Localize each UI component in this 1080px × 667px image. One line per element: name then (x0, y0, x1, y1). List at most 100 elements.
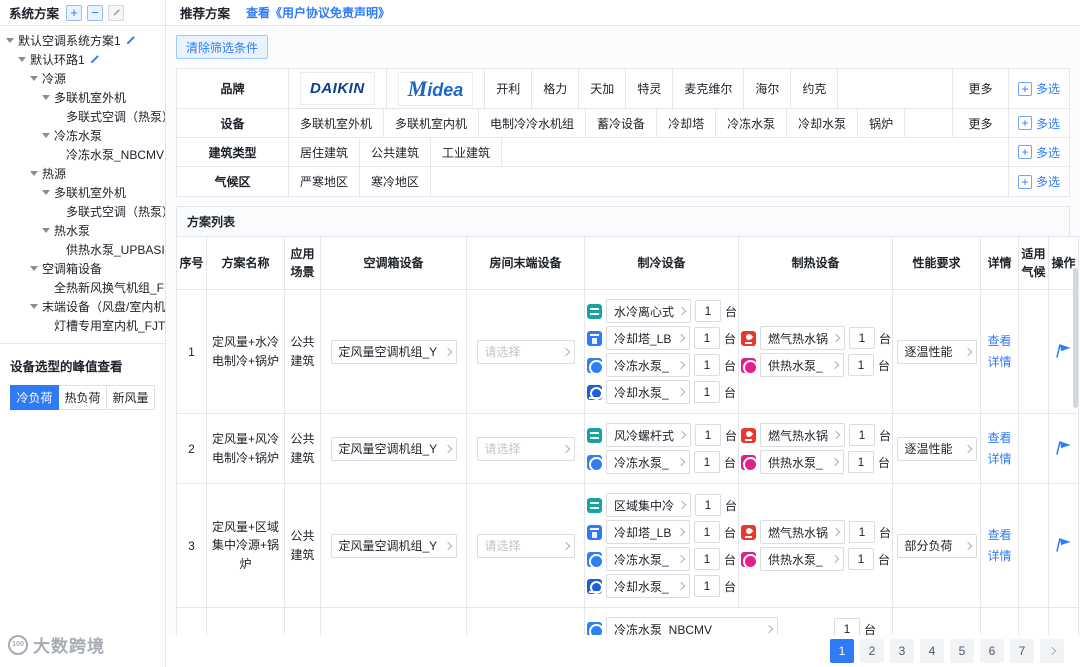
quantity-input[interactable]: 1 (693, 451, 720, 473)
quantity-input[interactable]: 1 (693, 354, 720, 376)
multi-select-button[interactable]: + 多选 (1009, 69, 1069, 108)
quantity-input[interactable]: 1 (693, 548, 720, 570)
caret-down-icon[interactable] (42, 190, 50, 195)
quantity-input[interactable]: 1 (693, 521, 720, 543)
quantity-input[interactable]: 1 (693, 327, 720, 349)
edit-node-button[interactable] (108, 4, 125, 21)
tree-item[interactable]: 多联式空调（热泵）机 (0, 107, 165, 126)
caret-down-icon[interactable] (30, 266, 38, 271)
filter-more-button[interactable]: 更多 (953, 109, 1009, 137)
page-button[interactable]: 2 (860, 639, 884, 663)
quantity-input[interactable]: 1 (693, 381, 720, 403)
peak-tab[interactable]: 冷负荷 (10, 385, 59, 410)
tree-item[interactable]: 末端设备（风盘/室内机） (0, 297, 165, 316)
terminal-select[interactable]: 请选择 (476, 436, 575, 461)
equipment-select[interactable]: 燃气热水锅 (760, 423, 846, 447)
filter-option[interactable]: 多联机室外机 (289, 109, 385, 137)
equipment-select[interactable]: 燃气热水锅 (760, 326, 846, 350)
tree-item[interactable]: 空调箱设备 (0, 259, 165, 278)
filter-option[interactable]: 严寒地区 (289, 167, 361, 196)
equipment-select[interactable]: 供热水泵_ (760, 353, 844, 377)
tree-item[interactable]: 灯槽专用室内机_FJTP71C (0, 316, 165, 335)
page-button[interactable]: 6 (980, 639, 1004, 663)
filter-option[interactable]: 工业建筑 (431, 138, 503, 166)
add-node-button[interactable]: + (66, 4, 83, 21)
ahu-select[interactable]: 定风量空调机组_Y (330, 339, 457, 364)
detail-link[interactable]: 查看详情 (983, 525, 1016, 566)
equipment-select[interactable]: 风冷螺杆式 (606, 423, 692, 447)
equipment-select[interactable]: 冷冻水泵_ (606, 450, 690, 474)
brand-logo-daikin[interactable]: DAIKIN (289, 69, 387, 108)
peak-tab[interactable]: 新风量 (107, 385, 155, 410)
remove-node-button[interactable]: − (87, 4, 104, 21)
tree-item[interactable]: 全热新风换气机组_FHBQ (0, 278, 165, 297)
quantity-input[interactable]: 1 (695, 494, 722, 516)
tree-item[interactable]: 默认空调系统方案1 (0, 31, 165, 50)
detail-link[interactable]: 查看详情 (983, 428, 1016, 469)
quantity-input[interactable]: 1 (847, 451, 874, 473)
tree-item[interactable]: 多联式空调（热泵）机 (0, 202, 165, 221)
flag-icon[interactable] (1054, 536, 1073, 553)
filter-option[interactable]: 约克 (791, 69, 839, 108)
equipment-select[interactable]: 冷却塔_LB (606, 326, 690, 350)
quantity-input[interactable]: 1 (695, 300, 722, 322)
equipment-select[interactable]: 水冷离心式 (606, 299, 692, 323)
filter-option[interactable]: 蓄冷设备 (586, 109, 658, 137)
equipment-select[interactable]: 供热水泵_ (760, 450, 844, 474)
caret-down-icon[interactable] (42, 95, 50, 100)
tree-item[interactable]: 默认环路1 (0, 50, 165, 69)
page-button[interactable]: 7 (1010, 639, 1034, 663)
tree-item[interactable]: 冷冻水泵_NBCMV (0, 145, 165, 164)
filter-option[interactable]: 格力 (532, 69, 580, 108)
multi-select-button[interactable]: + 多选 (1009, 167, 1069, 196)
detail-link[interactable]: 查看详情 (983, 331, 1016, 372)
tree-item[interactable]: 热水泵 (0, 221, 165, 240)
edit-icon[interactable] (125, 35, 136, 46)
page-button[interactable]: 3 (890, 639, 914, 663)
page-button[interactable]: 4 (920, 639, 944, 663)
next-page-button[interactable] (1040, 639, 1064, 663)
filter-option[interactable]: 海尔 (744, 69, 792, 108)
tree-item[interactable]: 热源 (0, 164, 165, 183)
quantity-input[interactable]: 1 (847, 354, 874, 376)
page-button[interactable]: 1 (830, 639, 854, 663)
filter-option[interactable]: 天加 (579, 69, 627, 108)
quantity-input[interactable]: 1 (849, 521, 876, 543)
equipment-select[interactable]: 燃气热水锅 (760, 520, 846, 544)
equipment-select[interactable]: 冷却水泵_ (606, 380, 690, 404)
quantity-input[interactable]: 1 (693, 575, 720, 597)
caret-down-icon[interactable] (30, 76, 38, 81)
equipment-select[interactable]: 冷冻水泵_ (606, 547, 690, 571)
quantity-input[interactable]: 1 (695, 424, 722, 446)
equipment-select[interactable]: 冷却塔_LB (606, 520, 690, 544)
caret-down-icon[interactable] (42, 228, 50, 233)
ahu-select[interactable]: 定风量空调机组_Y (330, 533, 457, 558)
filter-option[interactable]: 公共建筑 (360, 138, 432, 166)
multi-select-button[interactable]: + 多选 (1009, 138, 1069, 166)
caret-down-icon[interactable] (18, 57, 26, 62)
filter-option[interactable]: 麦克维尔 (673, 69, 745, 108)
quantity-input[interactable]: 1 (849, 424, 876, 446)
filter-option[interactable]: 电制冷冷水机组 (479, 109, 587, 137)
caret-down-icon[interactable] (30, 171, 38, 176)
clear-filters-button[interactable]: 清除筛选条件 (176, 35, 269, 59)
edit-icon[interactable] (89, 54, 100, 65)
equipment-select[interactable]: 供热水泵_ (760, 547, 844, 571)
tree-item[interactable]: 多联机室外机 (0, 183, 165, 202)
quantity-input[interactable]: 1 (847, 548, 874, 570)
multi-select-button[interactable]: + 多选 (1009, 109, 1069, 137)
filter-option[interactable]: 特灵 (626, 69, 674, 108)
terminal-select[interactable]: 请选择 (476, 533, 575, 558)
filter-option[interactable]: 开利 (485, 69, 533, 108)
tree-item[interactable]: 多联机室外机 (0, 88, 165, 107)
flag-icon[interactable] (1054, 439, 1073, 456)
filter-option[interactable]: 冷却塔 (657, 109, 717, 137)
filter-option[interactable]: 冷却水泵 (787, 109, 859, 137)
quantity-input[interactable]: 1 (849, 327, 876, 349)
page-button[interactable]: 5 (950, 639, 974, 663)
caret-down-icon[interactable] (30, 304, 38, 309)
filter-more-button[interactable]: 更多 (953, 69, 1009, 108)
filter-option[interactable]: 锅炉 (858, 109, 906, 137)
performance-select[interactable]: 部分负荷 (896, 533, 977, 558)
performance-select[interactable]: 逐温性能 (896, 339, 977, 364)
